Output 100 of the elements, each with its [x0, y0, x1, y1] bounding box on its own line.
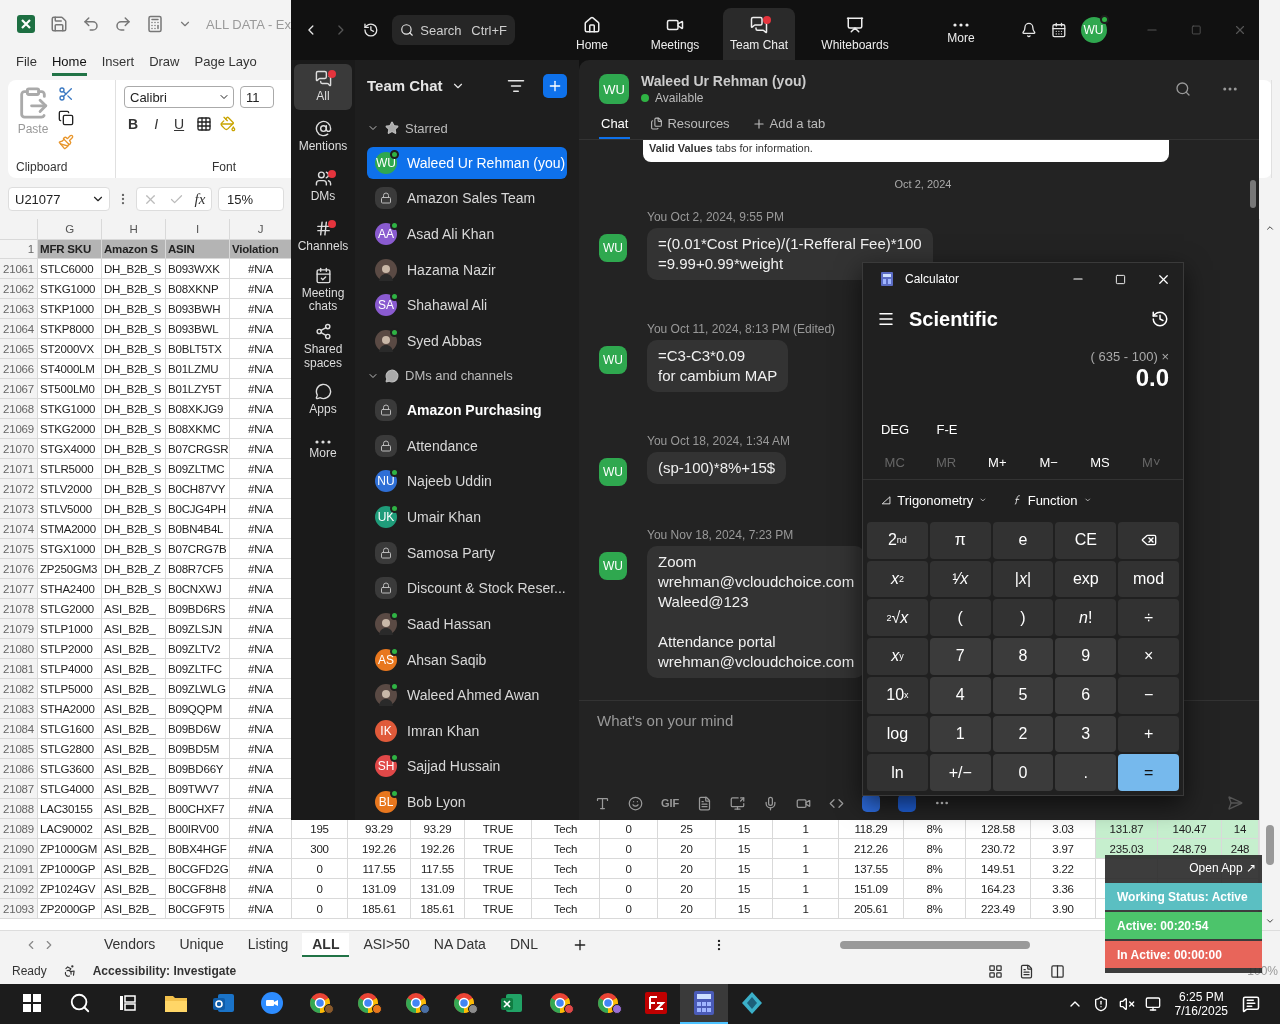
font-size-select[interactable]: 11	[240, 86, 274, 108]
sheet-tab[interactable]: Vendors	[94, 932, 166, 957]
calendar-icon[interactable]	[1050, 21, 1067, 39]
format-icon[interactable]	[595, 795, 610, 811]
calculator-key[interactable]: .	[1055, 754, 1117, 791]
chat-list-item[interactable]: AS Ahsan Saqib	[367, 643, 567, 676]
memory-button[interactable]: MS	[1074, 454, 1126, 471]
redo-icon[interactable]	[114, 15, 132, 33]
security-icon[interactable]	[1092, 996, 1109, 1012]
chat-list-item[interactable]: Hazama Nazir	[367, 253, 567, 286]
backspace-button[interactable]	[1118, 522, 1179, 559]
chat-tab[interactable]: Chat	[599, 116, 631, 139]
chat-list-item[interactable]: SH Sajjad Hussain	[367, 750, 567, 783]
chat-list-item[interactable]: Waleed Ahmed Awan	[367, 679, 567, 712]
new-chat-button[interactable]	[543, 73, 567, 98]
taskbar-app[interactable]	[680, 984, 728, 1024]
fill-color-icon[interactable]	[220, 116, 237, 132]
mic-icon[interactable]	[763, 795, 779, 811]
chat-tab[interactable]: Resources	[648, 116, 732, 139]
panel-title[interactable]: Team Chat	[367, 77, 443, 95]
calculator-key[interactable]: −	[1118, 676, 1179, 714]
calculator-key[interactable]: ÷	[1118, 599, 1179, 637]
search-icon[interactable]	[1175, 81, 1191, 97]
normal-view-icon[interactable]	[988, 963, 1004, 979]
sheet-tab[interactable]: DNL	[499, 932, 548, 957]
calculator-key[interactable]: 7	[929, 638, 991, 675]
chat-list-item[interactable]: AA Asad Ali Khan	[367, 218, 567, 250]
calculator-key[interactable]: π	[929, 522, 991, 559]
chat-list-item[interactable]: Attendance	[367, 430, 567, 462]
gif-button[interactable]: GIF	[661, 797, 680, 809]
sheet-tab[interactable]: Listing	[237, 932, 299, 957]
italic-button[interactable]: I	[150, 114, 162, 134]
calculator-key[interactable]: 2	[992, 715, 1054, 753]
borders-icon[interactable]	[196, 116, 213, 132]
history-icon[interactable]	[362, 21, 379, 39]
rail-item[interactable]: DMs	[294, 164, 352, 210]
screenshot-icon[interactable]	[730, 795, 746, 811]
chat-list-item[interactable]: Discount & Stock Reser...	[367, 572, 567, 605]
memory-button[interactable]: M−	[1023, 454, 1075, 471]
chat-list-item[interactable]: Amazon Sales Team	[367, 182, 567, 215]
save-icon[interactable]	[50, 15, 68, 33]
rail-item[interactable]: All	[294, 64, 352, 110]
f-e-button[interactable]: F-E	[921, 420, 973, 438]
calculator-key[interactable]: |x|	[992, 560, 1054, 598]
memory-button[interactable]: M+	[971, 454, 1023, 471]
nav-tab[interactable]: Home	[557, 8, 627, 60]
calculator-key[interactable]: 8	[992, 638, 1054, 675]
dropdown-button[interactable]: Trigonometry	[875, 491, 993, 509]
emoji-icon[interactable]	[628, 795, 643, 811]
calculator-key[interactable]: exp	[1055, 560, 1117, 598]
calculator-key[interactable]: =	[1118, 754, 1179, 791]
calculator-key[interactable]: CE	[1055, 522, 1117, 559]
sheet-tab[interactable]: NA Data	[423, 932, 496, 957]
rail-item[interactable]: Channels	[294, 214, 352, 260]
chat-list-item[interactable]: UK Umair Khan	[367, 501, 567, 533]
calculator-key[interactable]: ¹⁄x	[929, 560, 991, 598]
notifications-icon[interactable]	[1242, 995, 1260, 1013]
calculator-key[interactable]: log	[867, 715, 928, 753]
bold-button[interactable]: B	[124, 114, 143, 134]
scrollbar-thumb[interactable]	[1250, 180, 1256, 208]
font-name-select[interactable]: Calibri	[124, 86, 234, 108]
dropdown-button[interactable]: Function	[1007, 491, 1097, 509]
calculator-key[interactable]: 1	[929, 715, 991, 753]
section-header[interactable]: Starred	[355, 111, 579, 146]
ribbon-tab[interactable]: Home	[51, 50, 87, 76]
calculator-icon[interactable]	[146, 15, 164, 33]
rail-item[interactable]: Mentions	[294, 114, 352, 160]
nav-tab[interactable]: Meetings	[627, 8, 723, 60]
ribbon-tab[interactable]: File	[16, 50, 37, 76]
nav-tab[interactable]: More	[915, 8, 1007, 60]
sheet-tab[interactable]: ASI>50	[353, 932, 420, 957]
scrollbar-thumb[interactable]	[1266, 824, 1274, 865]
name-box[interactable]: U21077	[8, 187, 110, 211]
calculator-key[interactable]: 6	[1055, 676, 1117, 714]
calculator-key[interactable]: 9	[1055, 638, 1117, 675]
add-tab-button[interactable]: Add a tab	[749, 116, 828, 139]
bell-icon[interactable]	[1021, 21, 1037, 39]
ribbon-tab[interactable]: Draw	[149, 50, 180, 76]
scroll-up-icon[interactable]	[1265, 223, 1275, 233]
chat-list-item[interactable]: Saad Hassan	[367, 608, 567, 640]
calculator-key[interactable]: 4	[929, 676, 991, 714]
nav-tab[interactable]: Team Chat	[723, 8, 795, 60]
page-break-icon[interactable]	[1050, 963, 1066, 979]
rail-item[interactable]: Meeting chats	[294, 264, 352, 317]
calculator-key[interactable]: 5	[992, 676, 1054, 714]
search-field[interactable]: Search Ctrl+F	[392, 15, 515, 45]
formula-field[interactable]: 15%	[218, 187, 284, 211]
file-icon[interactable]	[697, 795, 713, 811]
rail-item[interactable]: More	[294, 426, 352, 473]
calculator-key[interactable]: 3	[1055, 715, 1117, 753]
chat-list-item[interactable]: BL Bob Lyon	[367, 786, 567, 818]
network-icon[interactable]	[1144, 996, 1161, 1012]
clock-date[interactable]: 7/16/2025	[1174, 1004, 1228, 1018]
rail-item[interactable]: Apps	[294, 376, 352, 423]
calculator-key[interactable]: ln	[867, 754, 928, 791]
calculator-key[interactable]: )	[992, 599, 1054, 637]
calculator-key[interactable]: +/−	[929, 754, 991, 791]
chat-list-item[interactable]: Samosa Party	[367, 536, 567, 569]
clock-time[interactable]: 6:25 PM	[1178, 990, 1224, 1004]
sheet-tab[interactable]: Unique	[169, 932, 234, 957]
